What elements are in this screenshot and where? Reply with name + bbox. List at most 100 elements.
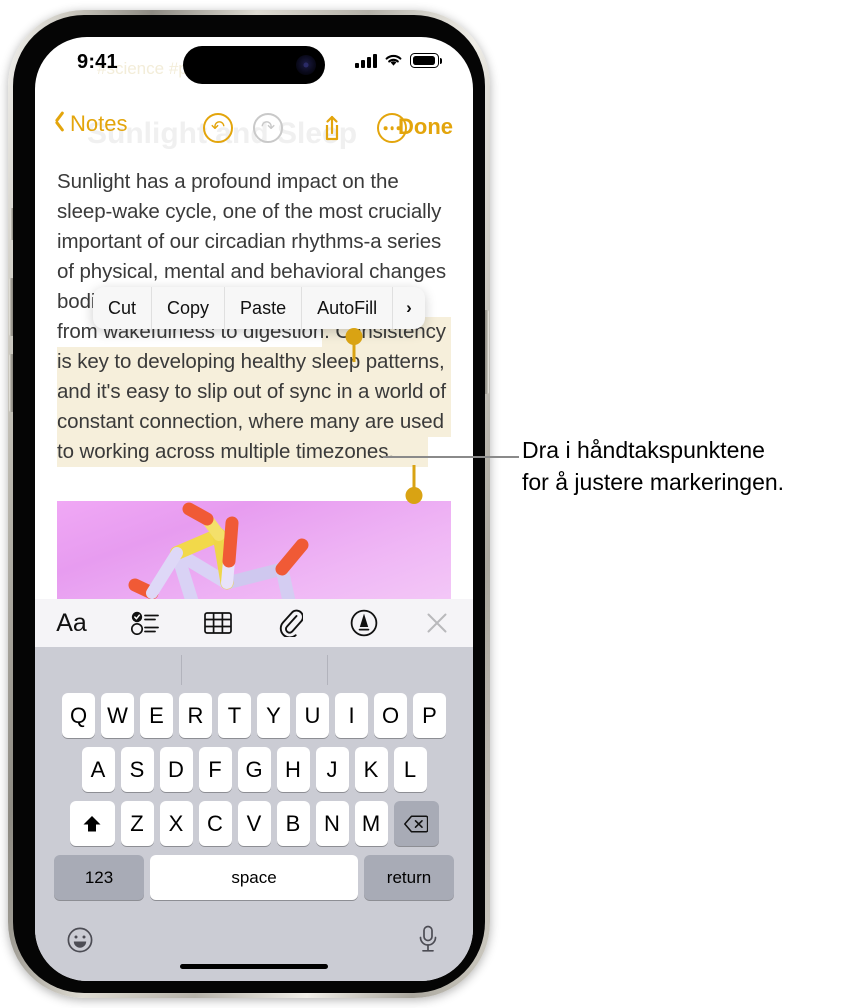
key-c[interactable]: C bbox=[198, 801, 232, 846]
key-s[interactable]: S bbox=[120, 747, 154, 792]
backspace-icon bbox=[404, 814, 428, 833]
key-q[interactable]: Q bbox=[62, 693, 95, 738]
key-d[interactable]: D bbox=[159, 747, 193, 792]
space-key[interactable]: space bbox=[150, 855, 358, 900]
callout-leader-line bbox=[383, 456, 519, 458]
selection-handle-end[interactable] bbox=[405, 465, 422, 505]
checklist-button[interactable] bbox=[108, 599, 181, 647]
formatting-toolbar: Aa bbox=[35, 599, 473, 647]
attachment-icon bbox=[279, 609, 303, 637]
key-e[interactable]: E bbox=[140, 693, 173, 738]
microphone-icon bbox=[419, 925, 437, 952]
return-key[interactable]: return bbox=[364, 855, 454, 900]
key-x[interactable]: X bbox=[159, 801, 193, 846]
home-indicator[interactable] bbox=[180, 964, 328, 969]
battery-icon bbox=[410, 53, 443, 68]
emoji-button[interactable] bbox=[67, 927, 93, 958]
close-toolbar-button[interactable] bbox=[400, 599, 473, 647]
key-k[interactable]: K bbox=[354, 747, 388, 792]
keyboard-row-2: A S D F G H J K L bbox=[35, 747, 473, 792]
note-line-highlighted: is key to developing healthy sleep patte… bbox=[57, 347, 451, 377]
key-l[interactable]: L bbox=[393, 747, 427, 792]
key-g[interactable]: G bbox=[237, 747, 271, 792]
key-o[interactable]: O bbox=[374, 693, 407, 738]
key-w[interactable]: W bbox=[101, 693, 134, 738]
key-t[interactable]: T bbox=[218, 693, 251, 738]
note-line: Sunlight has a profound impact on the bbox=[57, 170, 399, 193]
predictive-divider bbox=[181, 655, 182, 685]
back-button-label: Notes bbox=[70, 111, 128, 136]
attachment-button[interactable] bbox=[254, 599, 327, 647]
paste-menu-item[interactable]: Paste bbox=[225, 287, 303, 329]
key-z[interactable]: Z bbox=[120, 801, 154, 846]
keyboard-bottom-bar bbox=[35, 919, 473, 981]
edit-context-menu: Cut Copy Paste AutoFill › bbox=[93, 287, 425, 329]
phone-frame: #science #psychology Sunlight and Sleep … bbox=[8, 10, 490, 998]
keyboard-row-1: Q W E R T Y U I O P bbox=[35, 693, 473, 738]
done-button[interactable]: Done bbox=[398, 114, 453, 140]
key-u[interactable]: U bbox=[296, 693, 329, 738]
key-n[interactable]: N bbox=[315, 801, 349, 846]
shift-arrow-icon bbox=[83, 815, 101, 831]
predictive-divider bbox=[327, 655, 328, 685]
dynamic-island bbox=[183, 46, 325, 84]
note-attachment-image[interactable] bbox=[57, 501, 451, 599]
key-b[interactable]: B bbox=[276, 801, 310, 846]
copy-menu-item[interactable]: Copy bbox=[152, 287, 226, 329]
dictation-button[interactable] bbox=[417, 925, 439, 958]
redo-button[interactable]: ↷ bbox=[253, 113, 283, 143]
status-time: 9:41 bbox=[77, 51, 118, 73]
note-line-highlighted: and it's easy to slip out of sync in a w… bbox=[57, 377, 451, 407]
keyboard-row-3: Z X C V B N M bbox=[35, 801, 473, 846]
key-i[interactable]: I bbox=[335, 693, 368, 738]
key-r[interactable]: R bbox=[179, 693, 212, 738]
delete-key[interactable] bbox=[393, 801, 439, 846]
wifi-icon bbox=[385, 54, 402, 66]
checklist-icon bbox=[130, 611, 159, 635]
key-p[interactable]: P bbox=[413, 693, 446, 738]
share-button[interactable] bbox=[317, 113, 347, 143]
key-y[interactable]: Y bbox=[257, 693, 290, 738]
undo-button[interactable]: ↶ bbox=[203, 113, 233, 143]
status-bar: 9:41 bbox=[35, 37, 473, 91]
on-screen-keyboard: Q W E R T Y U I O P A S D F G H J K L Z … bbox=[35, 647, 473, 981]
cellular-signal-icon bbox=[355, 53, 377, 68]
key-m[interactable]: M bbox=[354, 801, 388, 846]
predictive-text-bar[interactable] bbox=[35, 647, 473, 693]
emoji-icon bbox=[67, 927, 93, 953]
markup-button[interactable] bbox=[327, 599, 400, 647]
key-j[interactable]: J bbox=[315, 747, 349, 792]
note-line: sleep-wake cycle, one of the most crucia… bbox=[57, 200, 442, 223]
cut-menu-item[interactable]: Cut bbox=[93, 287, 153, 329]
table-icon bbox=[203, 612, 232, 634]
note-line: important of our circadian rhythms-a ser… bbox=[57, 230, 442, 253]
note-line-highlighted: constant connection, where many are used bbox=[57, 407, 451, 437]
close-icon bbox=[427, 613, 446, 633]
callout-annotation: Dra i håndtakspunktene for å justere mar… bbox=[522, 434, 784, 498]
chevron-left-icon bbox=[55, 115, 66, 134]
text-format-button[interactable]: Aa bbox=[35, 599, 108, 647]
text-format-icon: Aa bbox=[56, 608, 87, 637]
key-v[interactable]: V bbox=[237, 801, 271, 846]
molecule-illustration-icon bbox=[128, 502, 309, 599]
autofill-menu-item[interactable]: AutoFill bbox=[302, 287, 394, 329]
table-button[interactable] bbox=[181, 599, 254, 647]
callout-line-2: for å justere markeringen. bbox=[522, 469, 785, 495]
phone-bezel: #science #psychology Sunlight and Sleep … bbox=[13, 15, 485, 993]
keyboard-row-4: 123 space return bbox=[35, 855, 473, 900]
back-to-notes-button[interactable]: Notes bbox=[55, 111, 127, 137]
callout-line-1: Dra i håndtakspunktene bbox=[522, 437, 765, 463]
numbers-key[interactable]: 123 bbox=[54, 855, 144, 900]
selection-handle-start[interactable] bbox=[345, 328, 362, 364]
note-line-highlighted: to working across multiple timezones. bbox=[57, 437, 451, 467]
undo-icon: ↶ bbox=[203, 113, 233, 143]
shift-key[interactable] bbox=[69, 801, 115, 846]
status-indicators bbox=[355, 53, 443, 68]
key-a[interactable]: A bbox=[81, 747, 115, 792]
key-h[interactable]: H bbox=[276, 747, 310, 792]
share-icon bbox=[325, 115, 339, 141]
navigation-bar: Notes ↶ ↷ Done bbox=[35, 105, 473, 151]
more-menu-chevron-right-icon[interactable]: › bbox=[393, 287, 425, 329]
screenshot-root: #science #psychology Sunlight and Sleep … bbox=[0, 0, 862, 1008]
key-f[interactable]: F bbox=[198, 747, 232, 792]
